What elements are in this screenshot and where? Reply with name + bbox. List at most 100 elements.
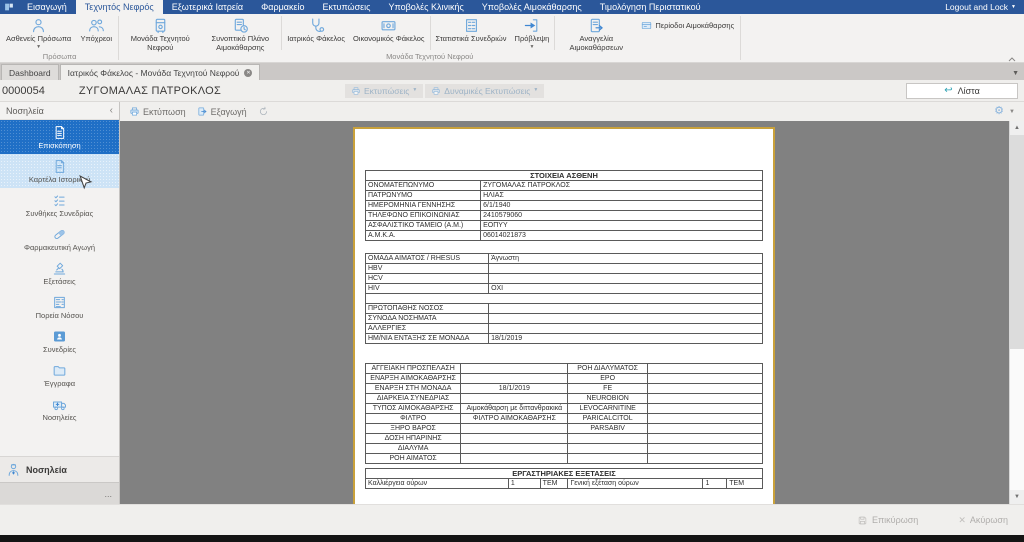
- sidebar-item-label: Συνθήκες Συνεδρίας: [26, 209, 94, 218]
- session-statistics-button[interactable]: Στατιστικά Συνεδριών: [432, 14, 511, 52]
- list-button[interactable]: ↩Λίστα: [906, 83, 1018, 99]
- ribbon-separator: [118, 16, 119, 60]
- confirm-button[interactable]: Επικύρωση: [857, 515, 918, 526]
- ribbon-tab-ektyposeis[interactable]: Εκτυπώσεις: [314, 0, 380, 14]
- lab-test-qty: 1: [508, 479, 540, 489]
- dialysis-announcement-button[interactable]: Αναγγελία Αιμοκαθάρσεων: [556, 14, 636, 52]
- dialysis-plan-button[interactable]: Συνοπτικό Πλάνο Αιμοκάθαρσης: [200, 14, 280, 52]
- button-label: Ιατρικός Φάκελος: [287, 35, 345, 44]
- chevron-down-icon[interactable]: ▼: [1009, 109, 1015, 115]
- dialysis-periods-button[interactable]: Περίοδοι Αιμοκάθαρσης: [636, 18, 739, 33]
- field-label: FE: [568, 384, 647, 394]
- field-label: NEUROBION: [568, 394, 647, 404]
- document-tab-strip: Dashboard Ιατρικός Φάκελος - Μονάδα Τεχν…: [0, 63, 1024, 80]
- refresh-button[interactable]: [258, 106, 269, 117]
- field-value: [647, 424, 762, 434]
- collapse-ribbon-button[interactable]: [1008, 54, 1016, 59]
- stethoscope-icon: [308, 17, 325, 34]
- button-label: Αναγγελία Αιμοκαθάρσεων: [560, 35, 632, 52]
- dialysis-unit-button[interactable]: Μονάδα Τεχνητού Νεφρού: [120, 14, 200, 52]
- patients-persons-button[interactable]: Ασθενείς Πρόσωπα▼: [2, 14, 75, 52]
- module-selector-nosileia[interactable]: Νοσηλεία: [0, 456, 119, 482]
- tab-dashboard[interactable]: Dashboard: [1, 64, 59, 80]
- sidebar-item-medication[interactable]: Φαρμακευτική Αγωγή: [0, 222, 119, 256]
- printer-icon: [351, 86, 361, 96]
- dynamic-prints-menu-button[interactable]: Δυναμικές Εκτυπώσεις▼: [425, 84, 544, 98]
- export-button[interactable]: Εξαγωγή: [197, 106, 247, 117]
- ribbon-tab-ypovoles-klinikis[interactable]: Υποβολές Κλινικής: [380, 0, 473, 14]
- field-value: [461, 434, 568, 444]
- field-value: ΖΥΓΟΜΑΛΑΣ ΠΑΤΡΟΚΛΟΣ: [481, 181, 763, 191]
- medical-record-button[interactable]: Ιατρικός Φάκελος: [283, 14, 349, 52]
- sidebar-item-tests[interactable]: Εξετάσεις: [0, 256, 119, 290]
- patient-name: ΖΥΓΟΜΑΛΑΣ ΠΑΤΡΟΚΛΟΣ: [79, 85, 221, 97]
- chevron-down-icon[interactable]: ▼: [1012, 70, 1019, 77]
- sidebar-item-history-card[interactable]: Καρτέλα Ιστορικού: [0, 154, 119, 188]
- person-icon: [30, 17, 47, 34]
- gear-icon[interactable]: ⚙: [994, 106, 1004, 117]
- sidebar-item-disease-progress[interactable]: Πορεία Νόσου: [0, 290, 119, 324]
- field-label: ΤΥΠΟΣ ΑΙΜΟΚΑΘΑΡΣΗΣ: [366, 404, 461, 414]
- ribbon-tab-ypovoles-aimokatharsis[interactable]: Υποβολές Αιμοκάθαρσης: [473, 0, 591, 14]
- field-value: [647, 374, 762, 384]
- field-value: 18/1/2019: [461, 384, 568, 394]
- logout-and-lock-button[interactable]: Logout and Lock▼: [937, 0, 1024, 14]
- vertical-scrollbar[interactable]: ▲ ▼: [1009, 121, 1024, 504]
- microscope-icon: [52, 261, 67, 276]
- field-value: [489, 304, 763, 314]
- field-value: 6/1/1940: [481, 201, 763, 211]
- field-value: [647, 384, 762, 394]
- button-label: Περίοδοι Αιμοκάθαρσης: [655, 21, 734, 30]
- obligors-button[interactable]: Υπόχρεοι: [75, 14, 117, 52]
- ribbon-tab-exoterika-iatreia[interactable]: Εξωτερικά Ιατρεία: [163, 0, 252, 14]
- lab-tests-table: ΕΡΓΑΣΤΗΡΙΑΚΕΣ ΕΞΕΤΑΣΕΙΣ Καλλιέργεια ούρω…: [365, 468, 763, 489]
- bottom-action-bar: Επικύρωση ✕ Ακύρωση: [0, 504, 1024, 535]
- sidebar-overflow-bar[interactable]: ...: [0, 482, 119, 504]
- sidebar-item-session-conditions[interactable]: Συνθήκες Συνεδρίας: [0, 188, 119, 222]
- cancel-button[interactable]: ✕ Ακύρωση: [958, 515, 1008, 526]
- people-icon: [88, 17, 105, 34]
- sidebar-header: Νοσηλεία ‹: [0, 102, 119, 120]
- save-icon: [857, 515, 868, 526]
- sidebar-item-overview[interactable]: Επισκόπηση: [0, 120, 119, 154]
- scroll-down-arrow[interactable]: ▼: [1010, 490, 1024, 504]
- chevron-down-icon: ▼: [529, 44, 534, 51]
- sidebar: Νοσηλεία ‹ Επισκόπηση Καρτέλα Ιστορικού …: [0, 102, 120, 504]
- application-window: Εισαγωγή Τεχνητός Νεφρός Εξωτερικά Ιατρε…: [0, 0, 1024, 542]
- lab-test-unit: ΤΕΜ: [540, 479, 568, 489]
- field-label: HCV: [366, 274, 489, 284]
- scrollbar-thumb[interactable]: [1010, 135, 1024, 349]
- overflow-menu-icon[interactable]: ...: [104, 489, 112, 499]
- sidebar-item-documents[interactable]: Έγγραφα: [0, 358, 119, 392]
- field-label: PARICALCITOL: [568, 414, 647, 424]
- ribbon-tab-eisagogi[interactable]: Εισαγωγή: [18, 0, 76, 14]
- chevron-down-icon: ▼: [36, 44, 41, 51]
- button-label: Λίστα: [958, 86, 980, 96]
- button-label: Πρόβλεψη: [515, 35, 550, 44]
- field-value: Αιμοκάθαρση με διττανθρακικά: [461, 404, 568, 414]
- scroll-up-arrow[interactable]: ▲: [1010, 121, 1024, 135]
- field-label: ΡΟΗ ΑΙΜΑΤΟΣ: [366, 454, 461, 464]
- sidebar-item-hospitalizations[interactable]: Νοσηλείες: [0, 392, 119, 426]
- field-label: ΕΝΑΡΞΗ ΑΙΜΟΚΑΘΑΡΣΗΣ: [366, 374, 461, 384]
- collapse-sidebar-icon[interactable]: ‹: [110, 105, 113, 116]
- patient-id: 0000054: [2, 85, 45, 97]
- field-label: EPO: [568, 374, 647, 384]
- forecast-button[interactable]: Πρόβλεψη▼: [511, 14, 554, 52]
- ribbon-tab-farmakeio[interactable]: Φαρμακείο: [252, 0, 313, 14]
- ribbon-tab-technitos-nefros[interactable]: Τεχνητός Νεφρός: [76, 0, 163, 14]
- ribbon-tab-timologisi[interactable]: Τιμολόγηση Περιστατικού: [591, 0, 710, 14]
- tab-medical-record[interactable]: Ιατρικός Φάκελος - Μονάδα Τεχνητού Νεφρο…: [60, 64, 261, 80]
- spacer-row: [366, 294, 763, 304]
- arrow-enter-icon: [523, 17, 540, 34]
- financial-record-button[interactable]: Οικονομικός Φάκελος: [349, 14, 429, 52]
- cancel-x-icon: ✕: [958, 515, 966, 526]
- print-button[interactable]: Εκτύπωση: [129, 106, 186, 117]
- close-tab-icon[interactable]: ✕: [244, 69, 252, 77]
- field-value: ΕΟΠΥΥ: [481, 221, 763, 231]
- prints-menu-button[interactable]: Εκτυπώσεις▼: [345, 84, 423, 98]
- sidebar-item-sessions[interactable]: Συνεδρίες: [0, 324, 119, 358]
- title-bar: Εισαγωγή Τεχνητός Νεφρός Εξωτερικά Ιατρε…: [0, 0, 1024, 14]
- person-card-icon: [52, 329, 67, 344]
- field-value: [461, 444, 568, 454]
